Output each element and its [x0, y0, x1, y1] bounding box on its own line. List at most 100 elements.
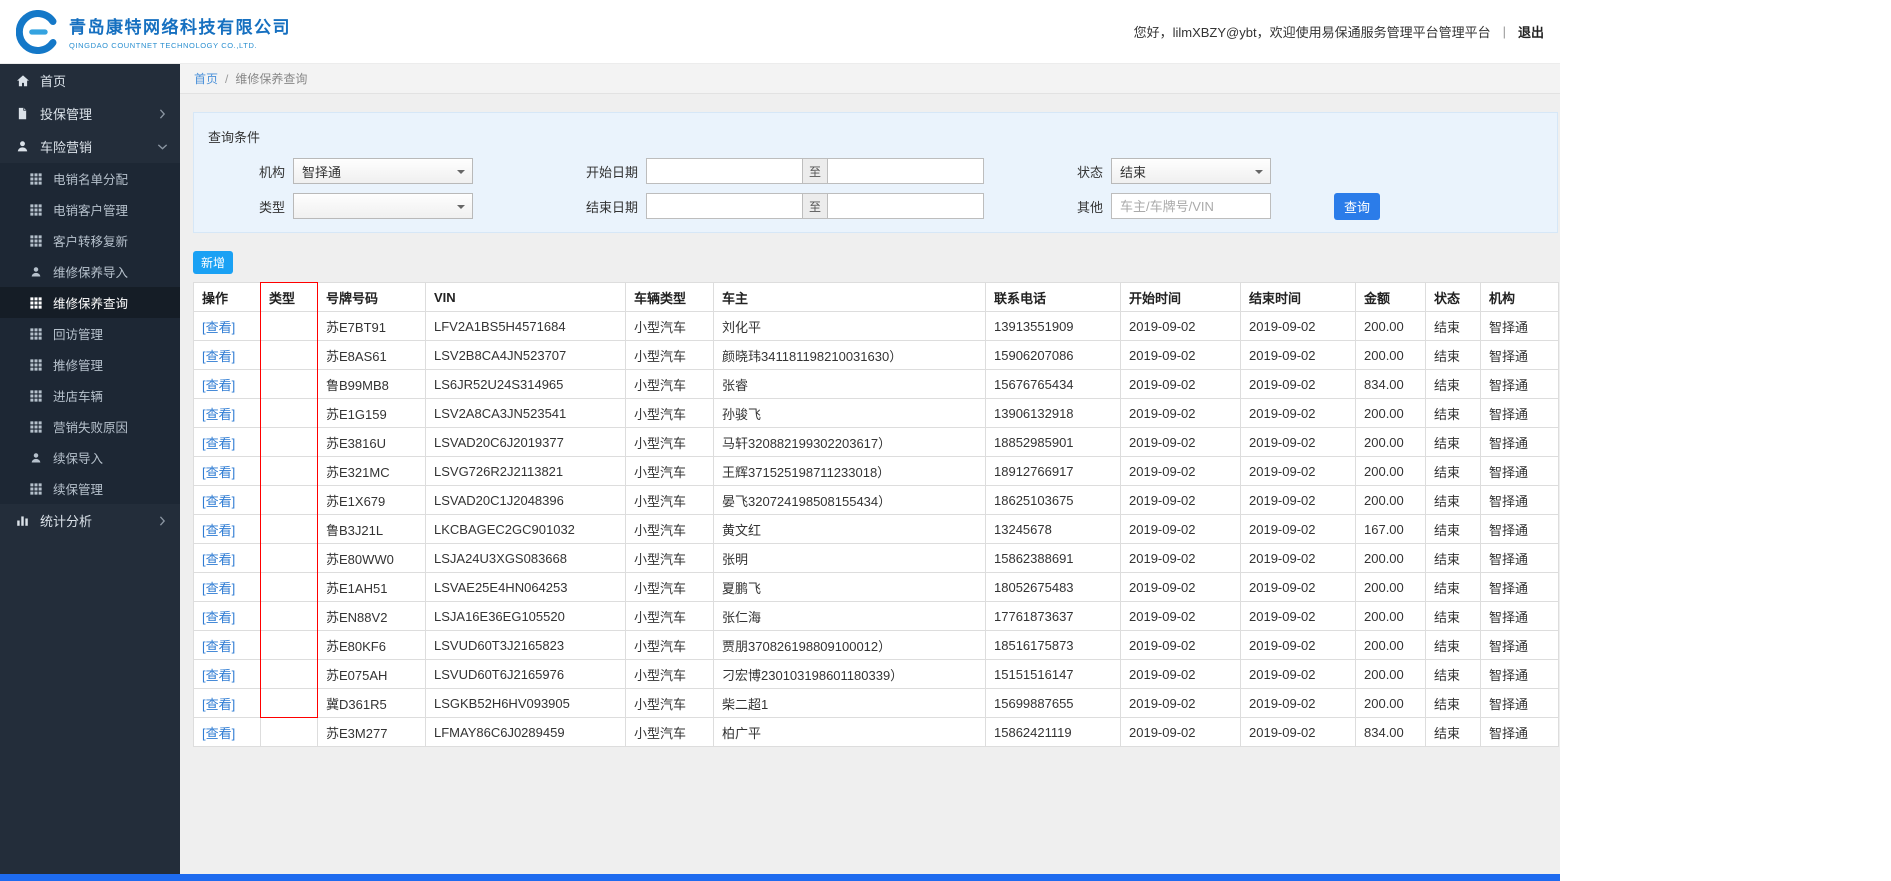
sidebar-item-0[interactable]: 首页	[0, 64, 180, 97]
sidebar-item-6[interactable]: 维修保养导入	[0, 256, 180, 287]
view-link[interactable]: [查看]	[202, 697, 235, 712]
sidebar-nav: 首页投保管理车险营销电销名单分配电销客户管理 客户转移复新 维修保养导入 维修保养查询…	[0, 64, 180, 881]
cell-type	[260, 601, 318, 631]
cell-end_time: 2019-09-02	[1240, 427, 1356, 457]
cell-amount: 200.00	[1355, 659, 1426, 689]
end-date-from-input[interactable]	[646, 193, 803, 219]
cell-amount: 200.00	[1355, 630, 1426, 660]
view-link[interactable]: [查看]	[202, 320, 235, 335]
cell-phone: 15699887655	[985, 688, 1121, 718]
view-link[interactable]: [查看]	[202, 465, 235, 480]
company-name-block: 青岛康特网络科技有限公司 QINGDAO COUNTNET TECHNOLOGY…	[69, 13, 291, 50]
cell-status: 结束	[1425, 630, 1481, 660]
chevron-right-icon	[159, 515, 166, 526]
sidebar-item-12[interactable]: 续保导入	[0, 442, 180, 473]
sidebar-item-3[interactable]: 电销名单分配	[0, 163, 180, 194]
sidebar-item-label: 投保管理	[40, 107, 93, 122]
top-header: 青岛康特网络科技有限公司 QINGDAO COUNTNET TECHNOLOGY…	[0, 0, 1560, 64]
cell-plate: 苏E80KF6	[317, 630, 426, 660]
cell-owner: 张仁海	[713, 601, 986, 631]
cell-start_time: 2019-09-02	[1120, 311, 1241, 341]
cell-phone: 18852985901	[985, 427, 1121, 457]
cell-owner: 刘化平	[713, 311, 986, 341]
sidebar-item-4[interactable]: 电销客户管理	[0, 194, 180, 225]
cell-vin: LSVAD20C6J2019377	[425, 427, 626, 457]
start-date-to-input[interactable]	[827, 158, 984, 184]
cell-vehicle_type: 小型汽车	[625, 340, 714, 370]
search-button[interactable]: 查询	[1334, 192, 1380, 220]
view-link[interactable]: [查看]	[202, 436, 235, 451]
breadcrumb-current: 维修保养查询	[235, 72, 308, 86]
sidebar-item-10[interactable]: 进店车辆	[0, 380, 180, 411]
view-link[interactable]: [查看]	[202, 349, 235, 364]
chart-icon	[14, 514, 31, 527]
cell-owner: 夏鹏飞	[713, 572, 986, 602]
cell-start_time: 2019-09-02	[1120, 456, 1241, 486]
cell-phone: 17761873637	[985, 601, 1121, 631]
view-link[interactable]: [查看]	[202, 378, 235, 393]
view-link[interactable]: [查看]	[202, 668, 235, 683]
cell-phone: 15906207086	[985, 340, 1121, 370]
logout-link[interactable]: 退出	[1518, 22, 1544, 41]
chevron-down-icon	[157, 142, 168, 152]
cell-vehicle_type: 小型汽车	[625, 369, 714, 399]
cell-type	[260, 398, 318, 428]
org-select[interactable]: 智择通	[293, 158, 473, 184]
other-search-input[interactable]	[1111, 193, 1271, 219]
sidebar-item-8[interactable]: 回访管理	[0, 318, 180, 349]
cell-plate: 冀D361R5	[317, 688, 426, 718]
grid-icon	[27, 296, 44, 309]
column-header-0: 操作	[193, 282, 261, 312]
sidebar-item-7[interactable]: 维修保养查询	[0, 287, 180, 318]
status-select[interactable]: 结束	[1111, 158, 1271, 184]
cell-start_time: 2019-09-02	[1120, 659, 1241, 689]
company-name-cn: 青岛康特网络科技有限公司	[69, 18, 291, 37]
cell-end_time: 2019-09-02	[1240, 572, 1356, 602]
horizontal-scrollbar-thumb[interactable]	[0, 874, 1560, 881]
sidebar-item-label: 续保导入	[53, 452, 104, 466]
sidebar-item-14[interactable]: 统计分析	[0, 504, 180, 537]
sidebar-item-label: 电销名单分配	[53, 173, 129, 187]
cell-plate: 苏E321MC	[317, 456, 426, 486]
org-select-value: 智择通	[302, 164, 342, 180]
sidebar-item-2[interactable]: 车险营销	[0, 130, 180, 163]
cell-plate: 苏E075AH	[317, 659, 426, 689]
start-date-from-input[interactable]	[646, 158, 803, 184]
breadcrumb: 首页 / 维修保养查询	[180, 64, 1560, 94]
sidebar-item-label: 进店车辆	[53, 390, 104, 404]
view-link[interactable]: [查看]	[202, 494, 235, 509]
sidebar-item-13[interactable]: 续保管理	[0, 473, 180, 504]
cell-amount: 834.00	[1355, 369, 1426, 399]
grid-icon	[27, 327, 44, 340]
cell-status: 结束	[1425, 717, 1481, 747]
view-link[interactable]: [查看]	[202, 523, 235, 538]
header-separator: |	[1502, 24, 1506, 39]
add-button[interactable]: 新增	[193, 251, 233, 274]
cell-plate: 苏E1X679	[317, 485, 426, 515]
view-link[interactable]: [查看]	[202, 639, 235, 654]
view-link[interactable]: [查看]	[202, 610, 235, 625]
cell-vin: LFMAY86C6J0289459	[425, 717, 626, 747]
view-link[interactable]: [查看]	[202, 407, 235, 422]
cell-action: [查看]	[193, 456, 261, 486]
main-content: 首页 / 维修保养查询 查询条件 机构 智择通 开始日期 至 状态 结束 类型 …	[180, 64, 1560, 881]
column-header-2: 号牌号码	[317, 282, 426, 312]
sidebar-item-1[interactable]: 投保管理	[0, 97, 180, 130]
end-date-label: 结束日期	[585, 199, 638, 215]
sidebar-item-9[interactable]: 推修管理	[0, 349, 180, 380]
type-select[interactable]	[293, 193, 473, 219]
view-link[interactable]: [查看]	[202, 552, 235, 567]
cell-owner: 张睿	[713, 369, 986, 399]
app-window: 青岛康特网络科技有限公司 QINGDAO COUNTNET TECHNOLOGY…	[0, 0, 1560, 881]
view-link[interactable]: [查看]	[202, 581, 235, 596]
table-body: [查看] 苏E7BT91 LFV2A1BS5H4571684 小型汽车 刘化平 13913…	[193, 311, 1559, 747]
sidebar-item-11[interactable]: 营销失败原因	[0, 411, 180, 442]
end-date-to-input[interactable]	[827, 193, 984, 219]
cell-owner: 刁宏博230103198601180339）	[713, 659, 986, 689]
breadcrumb-home-link[interactable]: 首页	[194, 70, 218, 87]
cell-org: 智择通	[1480, 456, 1559, 486]
sidebar-item-5[interactable]: 客户转移复新	[0, 225, 180, 256]
view-link[interactable]: [查看]	[202, 726, 235, 741]
cell-vin: LKCBAGEC2GC901032	[425, 514, 626, 544]
cell-action: [查看]	[193, 572, 261, 602]
